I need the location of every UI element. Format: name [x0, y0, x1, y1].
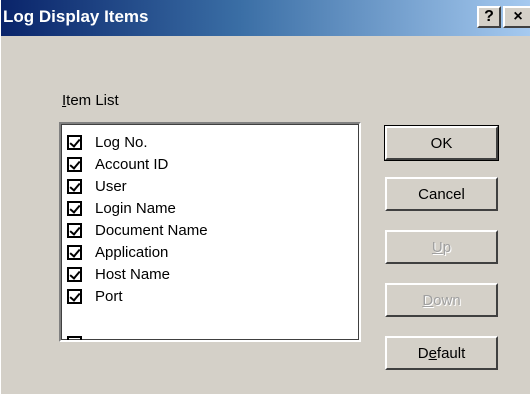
checkbox-checked-icon[interactable]: [67, 222, 82, 238]
move-up-mnemonic: U: [431, 238, 443, 256]
cancel-button[interactable]: Cancel: [385, 177, 498, 211]
checkbox-checked-icon[interactable]: [67, 244, 82, 260]
move-down-mnemonic: D: [422, 291, 434, 309]
log-display-items-dialog: Log Display Items ? × Item List Log No. …: [0, 0, 530, 394]
cancel-button-label: Cancel: [418, 185, 465, 203]
checkbox-checked-icon[interactable]: [67, 134, 82, 150]
close-button[interactable]: ×: [503, 6, 530, 28]
close-icon: ×: [513, 8, 523, 25]
checkbox-checked-icon[interactable]: [67, 266, 82, 282]
item-list-label: Item List: [62, 92, 119, 109]
list-item-login-name[interactable]: Login Name: [67, 197, 208, 219]
checkbox-checked-icon[interactable]: [67, 288, 82, 304]
move-up-button-label: Up: [432, 239, 451, 256]
list-item-document-name[interactable]: Document Name: [67, 219, 208, 241]
move-down-button[interactable]: Down: [385, 283, 498, 317]
partial-checkbox-icon: [67, 336, 82, 340]
list-item-label: User: [95, 177, 127, 195]
list-item-account-id[interactable]: Account ID: [67, 153, 208, 175]
list-item-label: Account ID: [95, 155, 169, 173]
default-label-pre: D: [417, 344, 429, 362]
list-item-label: Application: [95, 243, 169, 261]
default-label-rest: fault: [436, 344, 466, 362]
move-down-button-label: Down: [422, 292, 460, 309]
title-bar[interactable]: Log Display Items ? ×: [1, 0, 530, 36]
item-list: Log No. Account ID User Login Name Docum…: [67, 131, 208, 307]
default-mnemonic: e: [428, 344, 437, 362]
move-down-label-rest: own: [433, 291, 461, 309]
help-icon: ?: [484, 8, 494, 25]
list-item-label: Log No.: [95, 133, 148, 151]
list-item-label: Document Name: [95, 221, 208, 239]
checkbox-checked-icon[interactable]: [67, 156, 82, 172]
item-list-box[interactable]: Log No. Account ID User Login Name Docum…: [59, 122, 361, 342]
ok-button-label: OK: [430, 134, 453, 152]
list-item-port[interactable]: Port: [67, 285, 208, 307]
checkbox-checked-icon[interactable]: [67, 200, 82, 216]
list-item-host-name[interactable]: Host Name: [67, 263, 208, 285]
list-item-label: Port: [95, 287, 123, 305]
dialog-title: Log Display Items: [3, 7, 149, 26]
list-item-application[interactable]: Application: [67, 241, 208, 263]
default-button[interactable]: Default: [385, 336, 498, 370]
help-button[interactable]: ?: [477, 6, 501, 28]
default-button-label: Default: [418, 345, 466, 362]
list-item-label: Host Name: [95, 265, 171, 283]
move-up-label-rest: p: [442, 238, 452, 256]
list-item-user[interactable]: User: [67, 175, 208, 197]
move-up-button[interactable]: Up: [385, 230, 498, 264]
list-item-log-no[interactable]: Log No.: [67, 131, 208, 153]
checkbox-checked-icon[interactable]: [67, 178, 82, 194]
item-list-label-text: tem List: [66, 92, 119, 109]
ok-button[interactable]: OK: [384, 125, 499, 161]
list-item-label: Login Name: [95, 199, 176, 217]
